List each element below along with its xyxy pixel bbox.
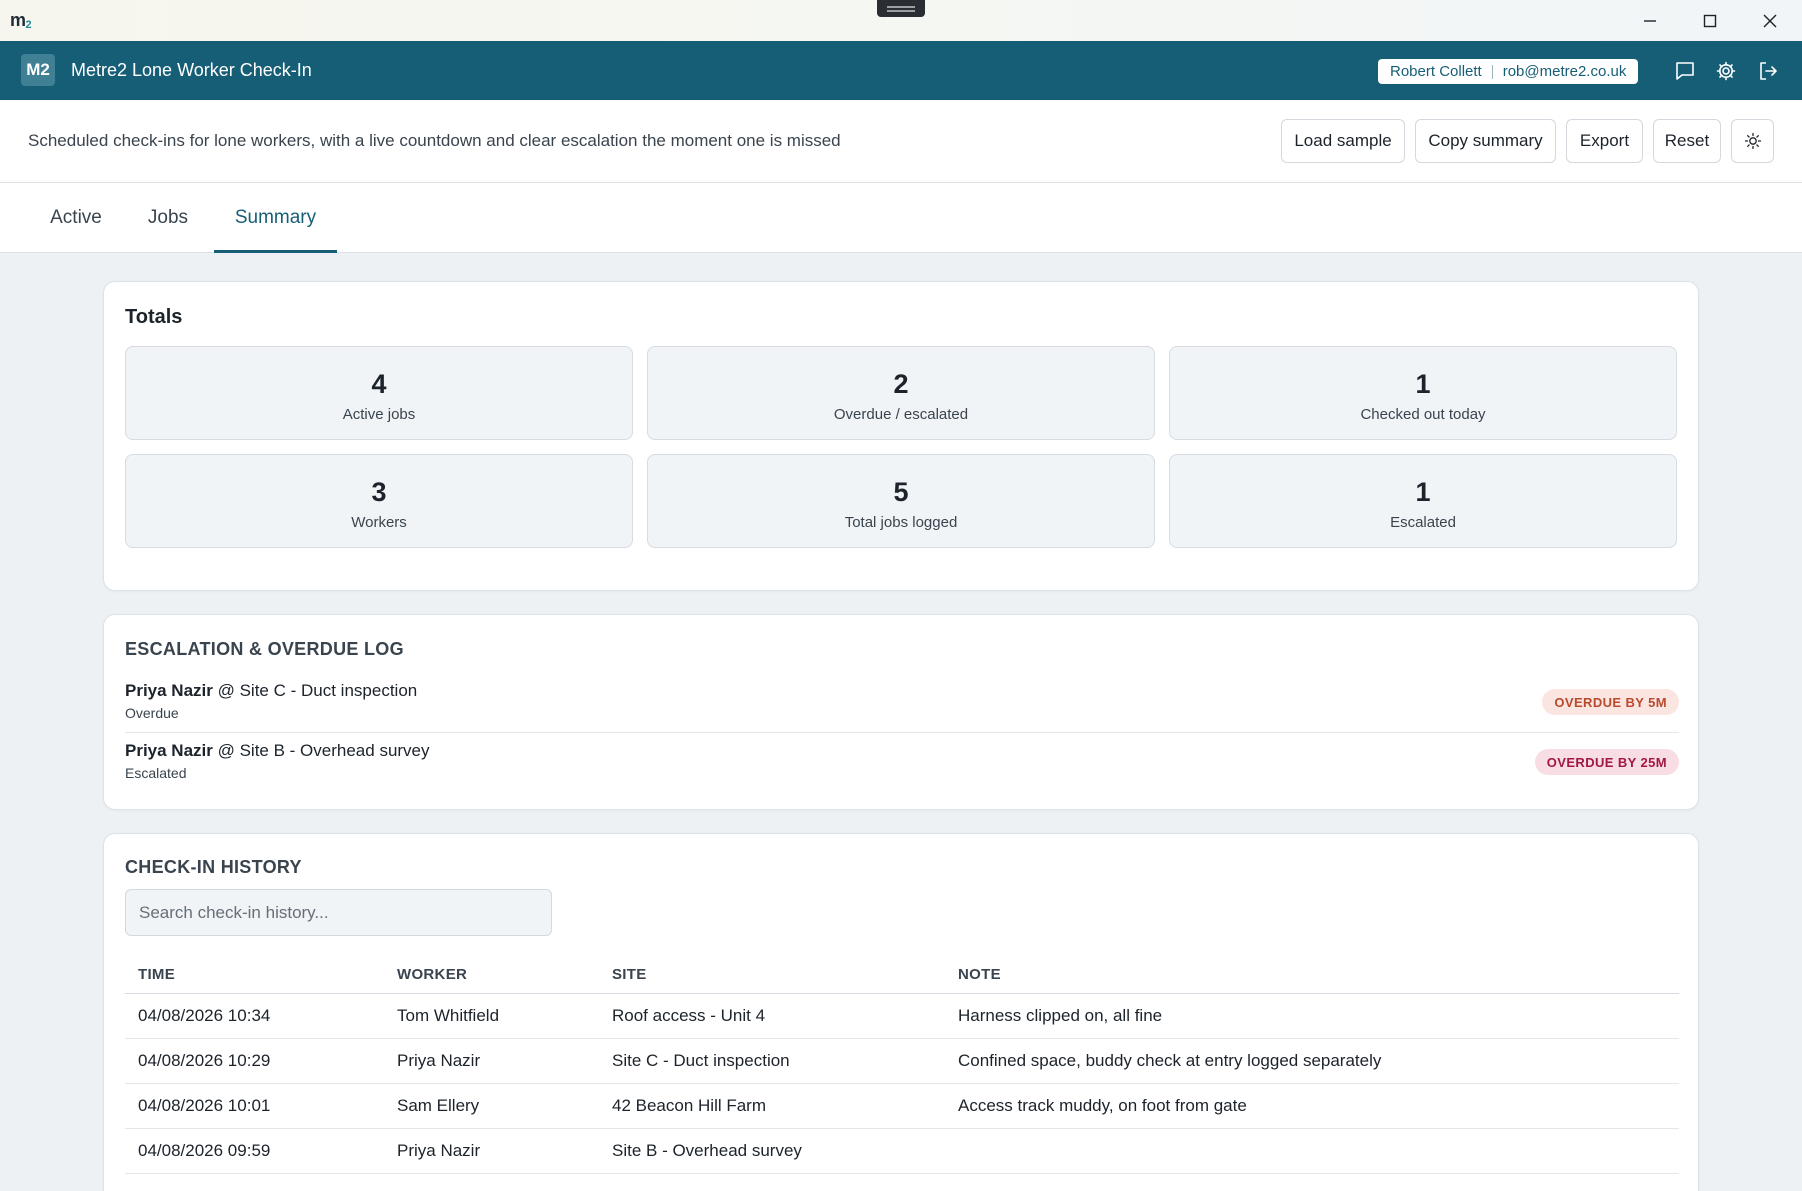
log-item-status: Escalated bbox=[125, 765, 187, 781]
window-maximize-button[interactable] bbox=[1680, 0, 1740, 41]
stat-label: Active jobs bbox=[342, 406, 416, 423]
cell-worker: Tom Whitfield bbox=[384, 993, 599, 1039]
log-item-status: Overdue bbox=[125, 705, 179, 721]
toolbar: Scheduled check-ins for lone workers, wi… bbox=[0, 100, 1802, 183]
table-header-row: TIME WORKER SITE NOTE bbox=[125, 956, 1679, 994]
stat-label: Checked out today bbox=[1360, 406, 1486, 423]
column-header-worker[interactable]: WORKER bbox=[384, 956, 599, 994]
tab-summary[interactable]: Summary bbox=[214, 183, 337, 253]
history-table: TIME WORKER SITE NOTE 04/08/2026 10:34 T… bbox=[125, 956, 1679, 1174]
stat-escalated: 1 Escalated bbox=[1169, 454, 1677, 548]
tab-jobs[interactable]: Jobs bbox=[130, 183, 206, 253]
overdue-badge: OVERDUE BY 5M bbox=[1542, 689, 1679, 715]
stat-label: Workers bbox=[351, 514, 407, 531]
stat-value: 1 bbox=[1415, 477, 1431, 507]
table-row[interactable]: 04/08/2026 10:34 Tom Whitfield Roof acce… bbox=[125, 993, 1679, 1039]
stat-value: 1 bbox=[1415, 369, 1431, 399]
close-icon bbox=[1763, 14, 1777, 27]
user-email: rob@metre2.co.uk bbox=[1502, 63, 1627, 80]
app-logo: m2 bbox=[10, 10, 32, 31]
stat-overdue-escalated: 2 Overdue / escalated bbox=[647, 346, 1155, 440]
log-item-site: @ Site C - Duct inspection bbox=[212, 681, 418, 700]
stat-value: 5 bbox=[893, 477, 909, 507]
cell-time: 04/08/2026 09:59 bbox=[125, 1128, 384, 1174]
gear-icon bbox=[1716, 61, 1736, 81]
cell-site: 42 Beacon Hill Farm bbox=[599, 1083, 945, 1129]
logout-button[interactable] bbox=[1756, 59, 1780, 83]
cell-note bbox=[945, 1128, 1679, 1174]
tab-active[interactable]: Active bbox=[28, 183, 124, 253]
sun-icon bbox=[1744, 132, 1761, 150]
log-item-site: @ Site B - Overhead survey bbox=[212, 741, 430, 760]
cell-worker: Priya Nazir bbox=[384, 1038, 599, 1084]
stat-label: Total jobs logged bbox=[844, 514, 958, 531]
logout-icon bbox=[1760, 62, 1777, 80]
window-close-button[interactable] bbox=[1740, 0, 1800, 41]
history-title: CHECK-IN HISTORY bbox=[125, 857, 302, 877]
reset-button[interactable]: Reset bbox=[1653, 119, 1721, 163]
maximize-icon bbox=[1703, 14, 1717, 27]
logo-sub: 2 bbox=[25, 19, 32, 31]
app-title: Metre2 Lone Worker Check-In bbox=[71, 60, 312, 80]
log-item: Priya Nazir @ Site B - Overhead survey E… bbox=[125, 735, 1679, 793]
stat-active-jobs: 4 Active jobs bbox=[125, 346, 633, 440]
log-item: Priya Nazir @ Site C - Duct inspection O… bbox=[125, 675, 1679, 733]
stat-checked-out-today: 1 Checked out today bbox=[1169, 346, 1677, 440]
copy-summary-button[interactable]: Copy summary bbox=[1415, 119, 1556, 163]
table-row[interactable]: 04/08/2026 10:01 Sam Ellery 42 Beacon Hi… bbox=[125, 1083, 1679, 1129]
check-in-history-card: CHECK-IN HISTORY TIME WORKER SITE NOTE 0… bbox=[103, 833, 1699, 1191]
stat-total-jobs-logged: 5 Total jobs logged bbox=[647, 454, 1155, 548]
theme-toggle-button[interactable] bbox=[1731, 119, 1774, 163]
user-name: Robert Collett bbox=[1390, 63, 1482, 80]
totals-title: Totals bbox=[125, 306, 183, 328]
log-item-worker: Priya Nazir bbox=[125, 741, 213, 760]
stat-label: Overdue / escalated bbox=[833, 406, 969, 423]
app-badge: M2 bbox=[21, 54, 55, 86]
window-titlebar: m2 bbox=[0, 0, 1802, 41]
cell-note: Access track muddy, on foot from gate bbox=[945, 1083, 1679, 1129]
cell-time: 04/08/2026 10:29 bbox=[125, 1038, 384, 1084]
column-header-site[interactable]: SITE bbox=[599, 956, 945, 994]
stat-workers: 3 Workers bbox=[125, 454, 633, 548]
cell-time: 04/08/2026 10:01 bbox=[125, 1083, 384, 1129]
cell-time: 04/08/2026 10:34 bbox=[125, 993, 384, 1039]
app-header: M2 Metre2 Lone Worker Check-In Robert Co… bbox=[0, 41, 1802, 100]
load-sample-button[interactable]: Load sample bbox=[1281, 119, 1405, 163]
export-button[interactable]: Export bbox=[1566, 119, 1643, 163]
cell-site: Roof access - Unit 4 bbox=[599, 993, 945, 1039]
stat-value: 2 bbox=[893, 369, 909, 399]
user-pill-divider bbox=[1491, 64, 1493, 79]
chat-button[interactable] bbox=[1673, 59, 1697, 83]
stat-value: 4 bbox=[371, 369, 387, 399]
escalation-log-card: ESCALATION & OVERDUE LOG Priya Nazir @ S… bbox=[103, 614, 1699, 810]
table-row[interactable]: 04/08/2026 10:29 Priya Nazir Site C - Du… bbox=[125, 1038, 1679, 1084]
table-row[interactable]: 04/08/2026 09:59 Priya Nazir Site B - Ov… bbox=[125, 1128, 1679, 1174]
log-item-worker: Priya Nazir bbox=[125, 681, 213, 700]
log-item-heading: Priya Nazir @ Site C - Duct inspection bbox=[125, 681, 417, 701]
minimize-icon bbox=[1644, 19, 1656, 22]
tab-bar: Active Jobs Summary bbox=[0, 183, 1802, 253]
escalation-log-title: ESCALATION & OVERDUE LOG bbox=[125, 639, 404, 659]
escalated-badge: OVERDUE BY 25M bbox=[1534, 749, 1679, 775]
cell-worker: Sam Ellery bbox=[384, 1083, 599, 1129]
cell-worker: Priya Nazir bbox=[384, 1128, 599, 1174]
window-drag-handle[interactable] bbox=[877, 0, 925, 17]
column-header-note[interactable]: NOTE bbox=[945, 956, 1679, 994]
user-pill[interactable]: Robert Collett rob@metre2.co.uk bbox=[1378, 59, 1639, 84]
cell-note: Confined space, buddy check at entry log… bbox=[945, 1038, 1679, 1084]
cell-site: Site B - Overhead survey bbox=[599, 1128, 945, 1174]
history-search-input[interactable] bbox=[125, 889, 552, 936]
stat-label: Escalated bbox=[1390, 514, 1456, 531]
logo-text: m bbox=[10, 10, 26, 30]
totals-card: Totals 4 Active jobs 2 Overdue / escalat… bbox=[103, 281, 1699, 591]
settings-button[interactable] bbox=[1714, 59, 1738, 83]
log-item-heading: Priya Nazir @ Site B - Overhead survey bbox=[125, 741, 430, 761]
cell-note: Harness clipped on, all fine bbox=[945, 993, 1679, 1039]
page-description: Scheduled check-ins for lone workers, wi… bbox=[28, 131, 841, 150]
cell-site: Site C - Duct inspection bbox=[599, 1038, 945, 1084]
window-minimize-button[interactable] bbox=[1620, 0, 1680, 41]
column-header-time[interactable]: TIME bbox=[125, 956, 384, 994]
chat-icon bbox=[1676, 62, 1694, 80]
stat-value: 3 bbox=[371, 477, 387, 507]
